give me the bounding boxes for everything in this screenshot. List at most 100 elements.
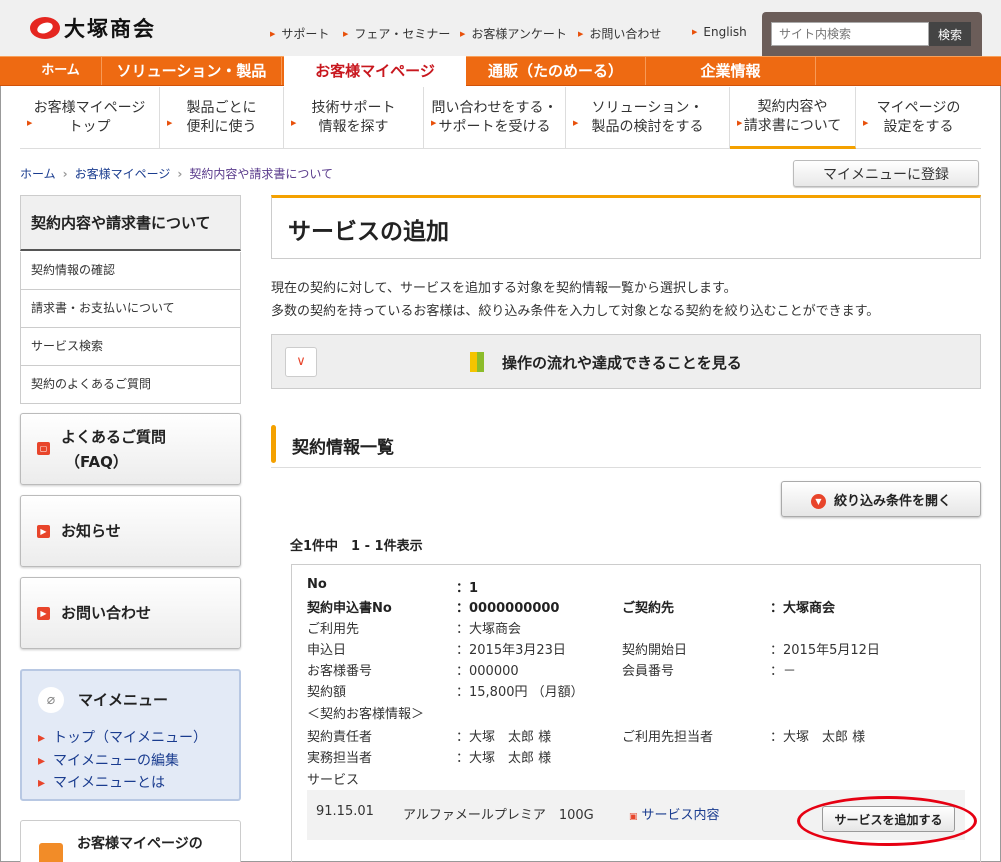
amount-label: 契約額	[307, 685, 347, 700]
nav-solutions[interactable]: ソリューション・製品	[102, 57, 282, 85]
nav-tanomeru[interactable]: 通販（たのめーる）	[466, 57, 646, 85]
sidebar-news-box[interactable]: ▶ お知らせ	[20, 495, 241, 567]
service-row: 91.15.01 アルファメールプレミア 100G ▣ サービス内容 サービスを追…	[307, 790, 965, 840]
promo-text: お客様マイページの	[77, 836, 203, 852]
search-input[interactable]	[771, 22, 929, 46]
service-name: アルファメールプレミア 100G	[403, 808, 594, 823]
mypage-promo-box[interactable]: お客様マイページの	[20, 820, 241, 862]
site-header: 大塚商会 サポート フェア・セミナー お客様アンケート お問い合わせ Engli…	[0, 0, 1001, 56]
link-survey[interactable]: お客様アンケート	[460, 25, 567, 42]
chevron-right-icon: ›	[177, 167, 183, 181]
customer-info-heading: ＜契約お客様情報＞	[307, 707, 425, 722]
sidebar-item-contract-info[interactable]: 契約情報の確認	[20, 252, 241, 290]
mymenu-link-top[interactable]: トップ（マイメニュー）	[38, 727, 207, 747]
link-english[interactable]: English	[692, 25, 746, 39]
operation-flow-toggle[interactable]: ∨ 操作の流れや達成できることを見る	[271, 334, 981, 389]
site-contact-value: ：大塚 太郎 様	[770, 730, 866, 745]
faq-label: よくあるご質問	[61, 428, 167, 446]
apply-date-value: ：2015年3月23日	[456, 643, 566, 658]
application-no-value: ：0000000000	[456, 601, 560, 616]
service-code: 91.15.01	[316, 804, 374, 819]
chevron-down-icon: ▼	[810, 493, 826, 509]
contract-party-value: ：大塚商会	[770, 601, 836, 616]
member-no-label: 会員番号	[622, 664, 675, 679]
start-date-label: 契約開始日	[622, 643, 688, 658]
user-value: ：大塚商会	[456, 622, 522, 637]
open-filter-button[interactable]: ▼ 絞り込み条件を開く	[781, 481, 981, 517]
contract-party-label: ご契約先	[622, 601, 675, 616]
chevron-right-icon: ›	[62, 167, 68, 181]
subnav-tech-support[interactable]: ▶ 技術サポート 情報を探す	[284, 87, 424, 149]
apply-date-label: 申込日	[307, 643, 347, 658]
subnav-mypage-top[interactable]: ▶ お客様マイページ トップ	[20, 87, 160, 149]
breadcrumb: ホーム › お客様マイページ › 契約内容や請求書について	[20, 165, 333, 182]
logo-text: 大塚商会	[64, 17, 156, 41]
contact-label: お問い合わせ	[61, 604, 152, 622]
breadcrumb-mypage[interactable]: お客様マイページ	[75, 167, 171, 181]
paperclip-icon: ⌀	[38, 687, 64, 713]
practical-contact-value: ：大塚 太郎 様	[456, 751, 552, 766]
arrow-icon: ▶	[167, 119, 173, 127]
subnav-products[interactable]: ▶ 製品ごとに 便利に使う	[160, 87, 284, 149]
breadcrumb-current[interactable]: 契約内容や請求書について	[189, 167, 333, 181]
section-accent-bar	[271, 425, 276, 463]
link-fair-seminar[interactable]: フェア・セミナー	[343, 25, 450, 42]
service-detail-link[interactable]: ▣ サービス内容	[629, 804, 720, 823]
contract-no-value: ：1	[456, 581, 479, 596]
mymenu-title: マイメニュー	[78, 691, 169, 709]
add-service-button[interactable]: サービスを追加する	[822, 806, 955, 832]
subnav-contract[interactable]: ▶ 契約内容や 請求書について	[730, 87, 856, 149]
subnav-settings[interactable]: ▶ マイページの 設定をする	[856, 87, 981, 149]
sidebar-item-contract-faq[interactable]: 契約のよくあるご質問	[20, 366, 241, 404]
sidebar-faq-box[interactable]: ▢ よくあるご質問 （FAQ）	[20, 413, 241, 485]
arrow-right-icon: ▶	[37, 525, 50, 538]
mymenu-link-about[interactable]: マイメニューとは	[38, 772, 165, 792]
link-support[interactable]: サポート	[270, 25, 329, 42]
nav-home[interactable]: ホーム	[20, 57, 102, 85]
page-description-1: 現在の契約に対して、サービスを追加する対象を契約情報一覧から選択します。	[271, 281, 737, 296]
arrow-icon: ▶	[737, 119, 743, 127]
beginner-mark-icon	[470, 352, 484, 372]
section-heading: 契約情報一覧	[271, 425, 981, 468]
user-label: ご利用先	[307, 622, 360, 637]
customer-no-value: ：000000	[456, 664, 519, 679]
responsible-label: 契約責任者	[307, 730, 373, 745]
service-label: サービス	[307, 773, 360, 788]
search-box: 検索	[762, 12, 982, 56]
chevron-down-icon[interactable]: ∨	[285, 347, 317, 377]
responsible-value: ：大塚 太郎 様	[456, 730, 552, 745]
link-contact[interactable]: お問い合わせ	[578, 25, 661, 42]
add-to-mymenu-button[interactable]: マイメニューに登録	[793, 160, 979, 187]
nav-mypage[interactable]: お客様マイページ	[284, 56, 466, 87]
logo-mark-icon	[30, 17, 60, 39]
external-link-icon: ▢	[37, 442, 50, 455]
sidebar-contact-box[interactable]: ▶ お問い合わせ	[20, 577, 241, 649]
page-description-2: 多数の契約を持っているお客様は、絞り込み条件を入力して対象となる契約を絞り込むこ…	[271, 304, 880, 319]
sidebar-item-service-search[interactable]: サービス検索	[20, 328, 241, 366]
logo[interactable]: 大塚商会	[30, 16, 156, 41]
contract-card: No ：1 契約申込書No ：0000000000 ご契約先 ：大塚商会 ご利用…	[291, 564, 981, 862]
news-label: お知らせ	[61, 522, 121, 540]
filter-button-label: 絞り込み条件を開く	[833, 493, 951, 509]
sidebar-title: 契約内容や請求書について	[20, 195, 241, 251]
amount-value: ：15,800円 （月額）	[456, 685, 584, 700]
site-contact-label: ご利用先担当者	[622, 730, 714, 745]
mymenu-panel: ⌀ マイメニュー トップ（マイメニュー） マイメニューの編集 マイメニューとは	[20, 669, 241, 801]
mymenu-link-edit[interactable]: マイメニューの編集	[38, 750, 179, 770]
member-no-value: ：－	[770, 664, 797, 679]
nav-company[interactable]: 企業情報	[646, 57, 816, 85]
arrow-right-icon: ▶	[37, 607, 50, 620]
start-date-value: ：2015年5月12日	[770, 643, 880, 658]
sub-nav: ▶ お客様マイページ トップ ▶ 製品ごとに 便利に使う ▶ 技術サポート 情報を探す ▶ 問…	[20, 87, 981, 149]
section-title: 契約情報一覧	[292, 438, 394, 458]
search-button[interactable]: 検索	[929, 22, 971, 46]
smartphone-icon	[39, 843, 63, 862]
application-no-label: 契約申込書No	[307, 601, 392, 616]
breadcrumb-home[interactable]: ホーム	[20, 167, 56, 181]
customer-no-label: お客様番号	[307, 664, 373, 679]
sidebar-item-billing[interactable]: 請求書・お支払いについて	[20, 290, 241, 328]
contract-no-label: No	[307, 577, 327, 592]
subnav-solutions[interactable]: ▶ ソリューション・ 製品の検討をする	[566, 87, 730, 149]
arrow-icon: ▶	[573, 119, 579, 127]
subnav-inquiry[interactable]: ▶ 問い合わせをする・ サポートを受ける	[424, 87, 566, 149]
